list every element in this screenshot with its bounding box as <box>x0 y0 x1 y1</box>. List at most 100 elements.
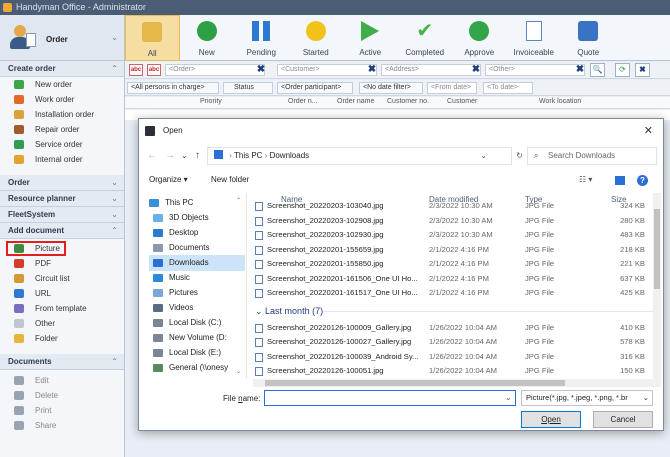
preview-pane-icon[interactable] <box>615 176 625 185</box>
close-icon[interactable]: ✕ <box>644 119 653 143</box>
sidebar-item-print[interactable]: Print <box>0 403 124 418</box>
file-row[interactable]: Screenshot_20220201-155659.jpg 2/1/2022 4… <box>253 243 653 257</box>
file-row[interactable]: Screenshot_20220126-100027_Gallery.jpg 1/… <box>253 335 653 349</box>
sidebar-item-service-order[interactable]: Service order <box>0 137 124 152</box>
ribbon-button-approve[interactable]: Approve <box>452 15 507 61</box>
open-button[interactable]: Open <box>521 411 581 428</box>
section-add-document[interactable]: Add document ⌃ <box>0 223 124 239</box>
nav-item-videos[interactable]: Videos <box>149 300 245 316</box>
nav-item-general-onesy[interactable]: General (\\onesy <box>149 360 245 376</box>
file-row[interactable]: Screenshot_20220201-161517_One UI Ho... 2… <box>253 286 653 300</box>
sidebar-item-work-order[interactable]: Work order <box>0 92 124 107</box>
search-icon[interactable]: 🔍 <box>590 63 605 77</box>
ribbon-button-all[interactable]: All <box>125 15 180 61</box>
sidebar-item-pdf[interactable]: PDF <box>0 256 124 271</box>
sidebar-item-installation-order[interactable]: Installation order <box>0 107 124 122</box>
sidebar-item-share[interactable]: Share <box>0 418 124 433</box>
sidebar-item-circuit-list[interactable]: Circuit list <box>0 271 124 286</box>
ribbon-button-pending[interactable]: Pending <box>234 15 289 61</box>
nav-item-desktop[interactable]: Desktop <box>149 225 245 241</box>
horizontal-scrollbar[interactable] <box>253 379 661 387</box>
recent-chevron-icon[interactable]: ⌄ <box>181 151 188 160</box>
nav-item-local-disk-e[interactable]: Local Disk (E:) <box>149 345 245 361</box>
clear-icon[interactable]: ✖ <box>574 64 586 76</box>
order-filter-input[interactable]: <Order> <box>165 64 265 76</box>
abc-filter-button[interactable]: abc <box>147 64 161 76</box>
file-list-scrollbar[interactable] <box>653 193 661 379</box>
column-header[interactable]: Order n... <box>288 98 318 105</box>
column-header[interactable]: Customer <box>447 98 477 105</box>
nav-item-pictures[interactable]: Pictures <box>149 285 245 301</box>
clear-icon[interactable]: ✖ <box>470 64 482 76</box>
file-row[interactable]: Screenshot_20220203-102930.jpg 2/3/2022 1… <box>253 228 653 242</box>
search-input[interactable]: ⌕ Search Downloads <box>527 147 657 165</box>
section-documents[interactable]: Documents ⌃ <box>0 354 124 370</box>
nav-item-music[interactable]: Music <box>149 270 245 286</box>
organize-menu[interactable]: Organize ▾ <box>149 175 188 184</box>
file-row[interactable]: Screenshot_20220201-155850.jpg 2/1/2022 4… <box>253 257 653 271</box>
nav-item-documents[interactable]: Documents <box>149 240 245 256</box>
column-header[interactable]: Customer no. <box>387 98 429 105</box>
file-row[interactable]: Screenshot_20220126-100039_Android Sy...… <box>253 350 653 364</box>
ribbon-button-quote[interactable]: Quote <box>561 15 616 61</box>
nav-item-local-disk-c[interactable]: Local Disk (C:) <box>149 315 245 331</box>
persons-select[interactable]: <All persons in charge> <box>127 82 219 94</box>
group-header-last-month[interactable]: ⌄ Last month (7) <box>253 303 653 319</box>
column-header[interactable]: Priority <box>200 98 222 105</box>
nav-item-3d-objects[interactable]: 3D Objects <box>149 210 245 226</box>
nav-item-this-pc[interactable]: This PC <box>147 195 241 211</box>
path-dropdown-icon[interactable]: ⌄ <box>480 148 487 164</box>
nav-item-new-volume-d[interactable]: New Volume (D: <box>149 330 245 346</box>
date-filter-select[interactable]: <No date filter> <box>359 82 423 94</box>
section-fleetsystem[interactable]: FleetSystem ⌄ <box>0 207 124 223</box>
sidebar-item-internal-order[interactable]: Internal order <box>0 152 124 167</box>
participant-select[interactable]: <Order participant> <box>277 82 353 94</box>
sidebar-item-other[interactable]: Other <box>0 316 124 331</box>
to-date-input[interactable]: <To date> <box>483 82 533 94</box>
forward-arrow-icon[interactable]: → <box>165 150 175 161</box>
address-filter-input[interactable]: <Address> <box>381 64 481 76</box>
breadcrumb-downloads[interactable]: Downloads <box>270 151 310 160</box>
cancel-button[interactable]: Cancel <box>593 411 653 428</box>
section-create-order[interactable]: Create order ⌃ <box>0 61 124 77</box>
clear-icon[interactable]: ✖ <box>255 64 267 76</box>
abc-filter-button[interactable]: abc <box>129 64 143 76</box>
file-name-dropdown-icon[interactable]: ⌄ <box>505 393 512 402</box>
status-select[interactable]: Status <box>223 82 273 94</box>
nav-item-downloads[interactable]: Downloads <box>149 255 245 271</box>
sidebar-item-from-template[interactable]: From template <box>0 301 124 316</box>
file-row[interactable]: Screenshot_20220126-100051.jpg 1/26/2022 … <box>253 364 653 378</box>
ribbon-button-new[interactable]: New <box>180 15 235 61</box>
section-order[interactable]: Order ⌄ <box>0 175 124 191</box>
ribbon-button-invoiceable[interactable]: Invoiceable <box>507 15 562 61</box>
clear-icon[interactable]: ✖ <box>366 64 378 76</box>
file-row[interactable]: Screenshot_20220201-161506_One UI Ho... 2… <box>253 272 653 286</box>
file-row[interactable]: Screenshot_20220203-103040.jpg 2/3/2022 1… <box>253 199 653 213</box>
sidebar-item-folder[interactable]: Folder <box>0 331 124 346</box>
file-type-select[interactable]: Picture(*.jpg, *.jpeg, *.png, *.br ⌄ <box>521 390 653 406</box>
other-filter-input[interactable]: <Other> <box>485 64 585 76</box>
back-arrow-icon[interactable]: ← <box>147 150 157 161</box>
refresh-icon[interactable]: ↻ <box>516 148 523 164</box>
file-name-input[interactable] <box>264 390 516 406</box>
file-row[interactable]: Screenshot_20220126-100009_Gallery.jpg 1/… <box>253 321 653 335</box>
clear-all-icon[interactable]: ✖ <box>635 63 650 77</box>
sidebar-item-new-order[interactable]: New order <box>0 77 124 92</box>
from-date-input[interactable]: <From date> <box>427 82 477 94</box>
column-header[interactable]: Order name <box>337 98 374 105</box>
view-options-icon[interactable]: ☷ ▾ <box>579 175 592 184</box>
column-header[interactable]: Work location <box>539 98 581 105</box>
sidebar-item-repair-order[interactable]: Repair order <box>0 122 124 137</box>
sidebar-item-picture[interactable]: Picture <box>6 241 66 256</box>
new-folder-button[interactable]: New folder <box>211 175 249 184</box>
sidebar-item-edit[interactable]: Edit <box>0 373 124 388</box>
sidebar-item-delete[interactable]: Delete <box>0 388 124 403</box>
file-row[interactable]: Screenshot_20220203-102908.jpg 2/3/2022 1… <box>253 214 653 228</box>
help-icon[interactable]: ? <box>637 175 648 186</box>
chevron-down-icon[interactable]: ⌄ <box>111 33 118 42</box>
user-box[interactable]: Order ⌄ <box>0 15 124 61</box>
breadcrumb-this-pc[interactable]: This PC <box>234 151 262 160</box>
up-arrow-icon[interactable]: ↑ <box>195 150 200 161</box>
ribbon-button-started[interactable]: Started <box>289 15 344 61</box>
section-resource-planner[interactable]: Resource planner ⌄ <box>0 191 124 207</box>
